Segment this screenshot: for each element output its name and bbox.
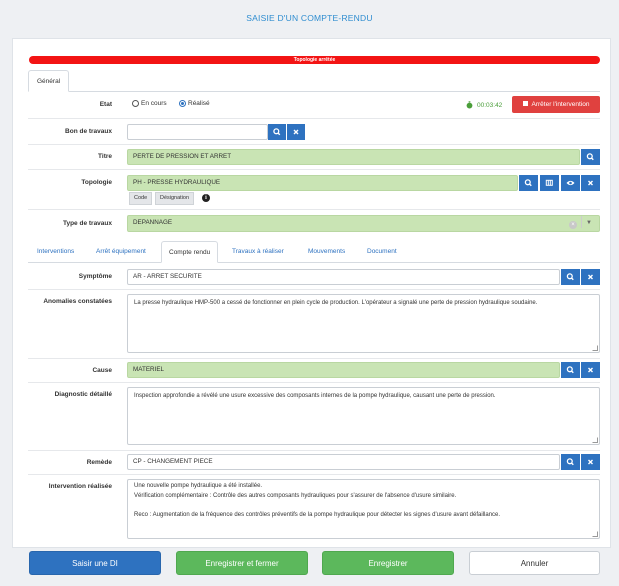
symptome-search-button[interactable] <box>561 269 580 285</box>
stop-icon <box>522 100 528 106</box>
remede-label: Remède <box>86 459 112 466</box>
symptome-input[interactable]: AR - ARRET SECURITE <box>127 269 560 285</box>
search-icon <box>524 179 532 187</box>
bon-travaux-input[interactable] <box>127 124 268 140</box>
intervention-label: Intervention réalisée <box>48 483 112 490</box>
divider <box>28 450 600 451</box>
tab-arret-equipement[interactable]: Arrêt équipement <box>96 241 146 263</box>
etat-label: Etat <box>99 101 112 108</box>
diagnostic-textarea[interactable]: Inspection approfondie a révélé une usur… <box>127 387 600 445</box>
divider <box>28 358 600 359</box>
cause-input[interactable]: MATERIEL <box>127 362 560 378</box>
tab-document[interactable]: Document <box>367 241 397 263</box>
close-icon <box>293 129 299 135</box>
subtab-divider <box>28 262 600 263</box>
search-icon <box>566 366 574 374</box>
resize-handle[interactable] <box>592 437 598 443</box>
type-travaux-label: Type de travaux <box>62 220 112 227</box>
save-and-close-button[interactable]: Enregistrer et fermer <box>176 551 308 575</box>
divider <box>28 289 600 290</box>
search-icon <box>566 458 574 466</box>
divider <box>28 169 600 170</box>
info-icon[interactable]: i <box>202 194 210 202</box>
cause-label: Cause <box>92 367 112 374</box>
timer: 00:03:42 <box>466 101 502 109</box>
designation-chip[interactable]: Désignation <box>155 192 195 205</box>
radio-realise[interactable]: Réalisé <box>179 100 210 107</box>
tab-general[interactable]: Général <box>28 70 70 92</box>
divider <box>28 474 600 475</box>
divider <box>28 382 600 383</box>
intervention-text: Une nouvelle pompe hydraulique a été ins… <box>134 483 501 518</box>
radio-realise-circle[interactable] <box>179 100 186 107</box>
tab-divider <box>28 91 600 92</box>
search-icon <box>586 153 594 161</box>
radio-en-cours-label: En cours <box>141 100 167 107</box>
topology-alert-bar: Topologie arrêtée <box>29 56 600 64</box>
radio-realise-label: Réalisé <box>188 100 210 107</box>
topologie-clear-button[interactable] <box>581 175 600 191</box>
radio-en-cours[interactable]: En cours <box>132 100 167 107</box>
divider <box>28 209 600 210</box>
chevron-down-icon[interactable]: ▼ <box>586 220 592 226</box>
stop-intervention-button[interactable]: Arrêter l'intervention <box>512 96 600 113</box>
tab-interventions[interactable]: Interventions <box>37 241 74 263</box>
search-icon <box>566 273 574 281</box>
divider <box>28 118 600 119</box>
bon-travaux-search-button[interactable] <box>268 124 286 140</box>
cancel-button[interactable]: Annuler <box>469 551 600 575</box>
bon-travaux-label: Bon de travaux <box>65 128 112 135</box>
diagnostic-text: Inspection approfondie a révélé une usur… <box>134 393 496 399</box>
cause-clear-button[interactable] <box>581 362 600 378</box>
remede-clear-button[interactable] <box>581 454 600 470</box>
topologie-input[interactable]: PH - PRESSE HYDRAULIQUE <box>127 175 518 191</box>
eye-icon <box>566 180 575 186</box>
anomalies-text: La presse hydraulique HMP-500 a cessé de… <box>134 300 538 306</box>
timer-value: 00:03:42 <box>477 101 503 109</box>
saisir-di-button[interactable]: Saisir une DI <box>29 551 161 575</box>
anomalies-textarea[interactable]: La presse hydraulique HMP-500 a cessé de… <box>127 294 600 353</box>
close-icon <box>588 367 593 373</box>
tab-travaux-a-realiser[interactable]: Travaux à réaliser <box>232 241 284 263</box>
symptome-label: Symptôme <box>78 273 112 280</box>
code-chip[interactable]: Code <box>129 192 153 205</box>
symptome-clear-button[interactable] <box>581 269 600 285</box>
stopwatch-icon <box>466 101 473 109</box>
remede-search-button[interactable] <box>561 454 580 470</box>
intervention-textarea[interactable]: Une nouvelle pompe hydraulique a été ins… <box>127 479 600 539</box>
tab-compte-rendu[interactable]: Compte rendu <box>161 241 219 263</box>
topologie-view-button[interactable] <box>561 175 580 191</box>
titre-input[interactable]: PERTE DE PRESSION ET ARRET <box>127 149 580 165</box>
stop-intervention-label: Arrêter l'intervention <box>531 101 590 108</box>
divider <box>28 144 600 145</box>
select-separator <box>581 216 582 228</box>
titre-label: Titre <box>98 153 112 160</box>
bon-travaux-clear-button[interactable] <box>287 124 305 140</box>
page-title: SAISIE D'UN COMPTE-RENDU <box>246 13 373 23</box>
topologie-label: Topologie <box>81 179 112 186</box>
resize-handle[interactable] <box>592 531 598 537</box>
diagnostic-label: Diagnostic détaillé <box>54 391 112 398</box>
form-panel <box>12 38 611 548</box>
topologie-tree-button[interactable] <box>540 175 559 191</box>
close-icon <box>588 274 593 280</box>
tab-mouvements[interactable]: Mouvements <box>308 241 345 263</box>
anomalies-label: Anomalies constatées <box>43 298 112 305</box>
resize-handle[interactable] <box>592 345 598 351</box>
topologie-search-button[interactable] <box>519 175 538 191</box>
close-icon <box>588 459 593 465</box>
columns-icon <box>545 179 553 186</box>
titre-search-button[interactable] <box>581 149 600 165</box>
remede-input[interactable]: CP - CHANGEMENT PIECE <box>127 454 560 470</box>
search-icon <box>273 128 281 136</box>
save-button[interactable]: Enregistrer <box>322 551 454 575</box>
close-icon <box>588 180 593 186</box>
type-travaux-select[interactable]: DEPANNAGE <box>127 215 600 232</box>
radio-en-cours-circle[interactable] <box>132 100 139 107</box>
clear-selection-icon[interactable]: × <box>569 221 577 229</box>
cause-search-button[interactable] <box>561 362 580 378</box>
